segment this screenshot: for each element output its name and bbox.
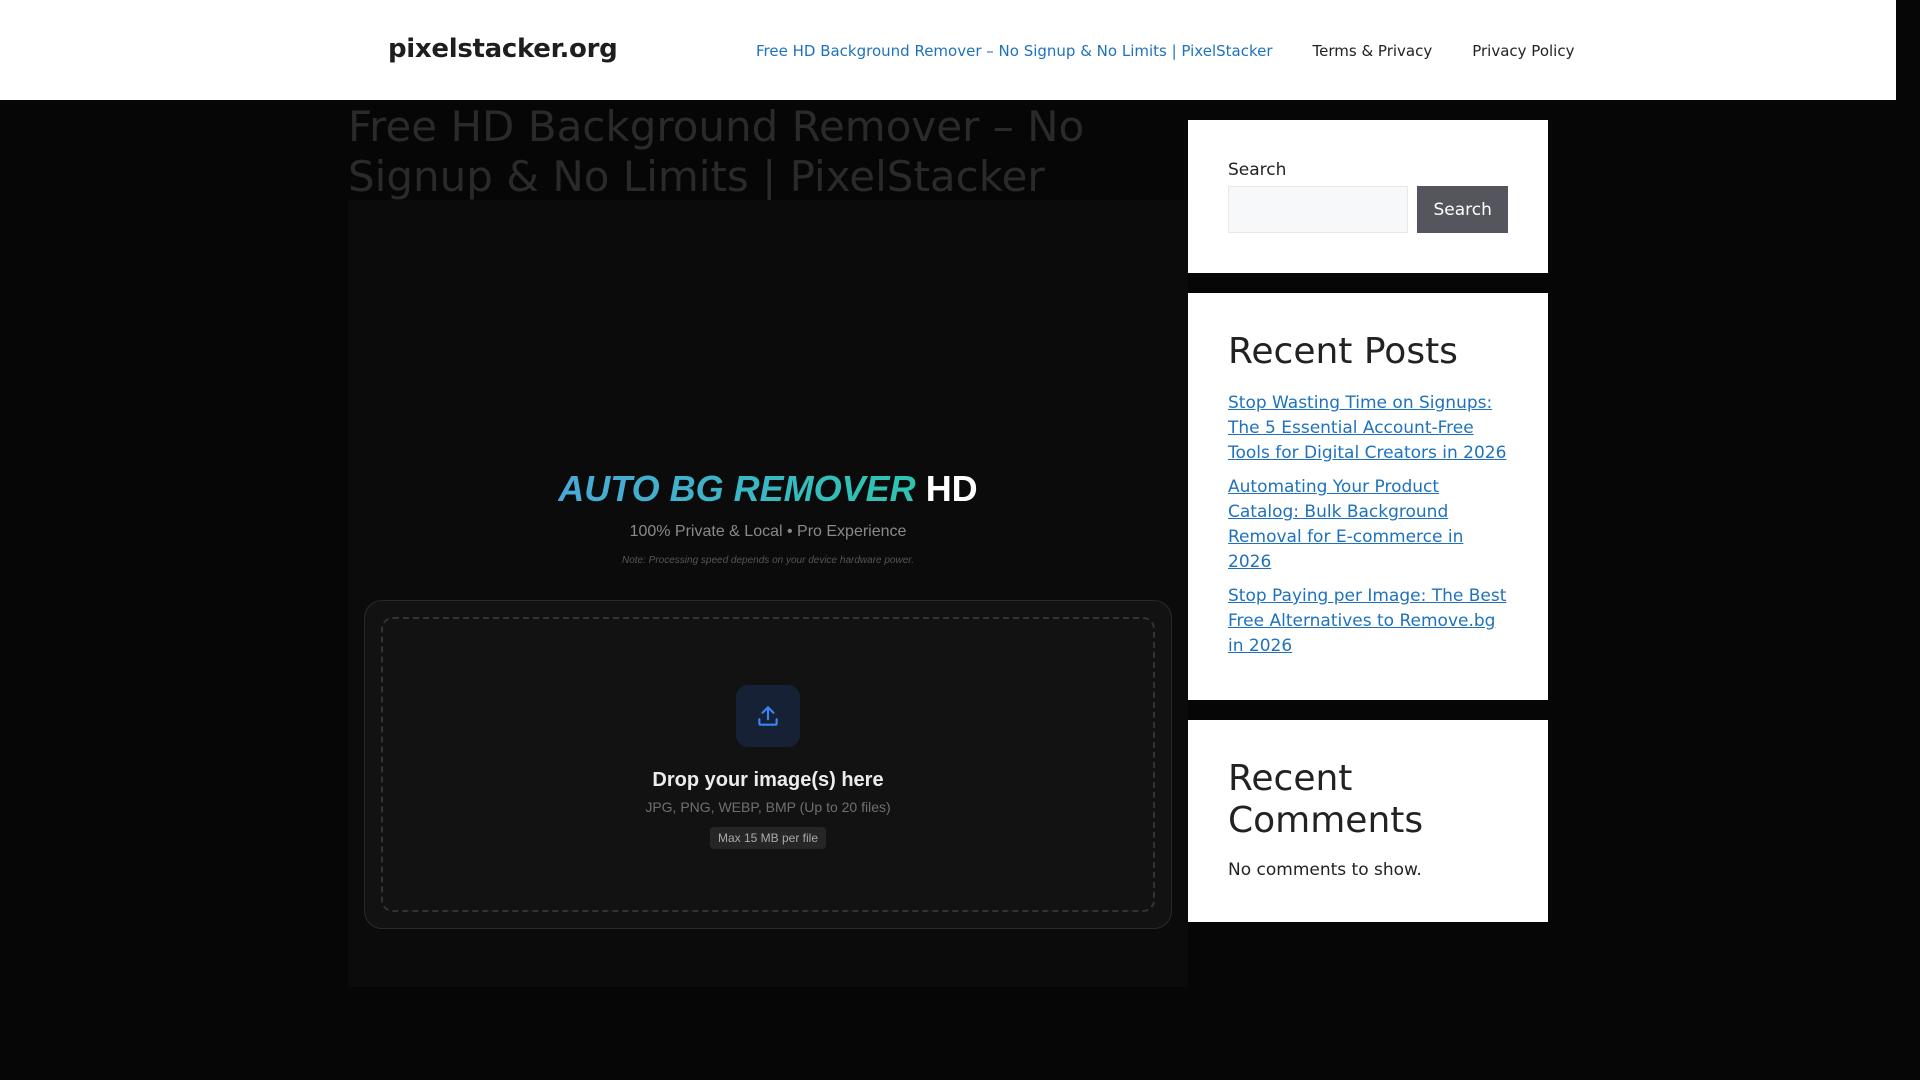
brand-main: AUTO BG REMOVER xyxy=(558,468,916,509)
search-button[interactable]: Search xyxy=(1417,186,1508,233)
recent-comments-widget: Recent Comments No comments to show. xyxy=(1188,720,1548,922)
app-brand: AUTO BG REMOVER HD xyxy=(348,468,1188,510)
drop-zone[interactable]: Drop your image(s) here JPG, PNG, WEBP, … xyxy=(381,617,1155,912)
list-item: Stop Paying per Image: The Best Free Alt… xyxy=(1228,584,1508,659)
nav-item-terms[interactable]: Terms & Privacy xyxy=(1313,42,1433,60)
app-note: Note: Processing speed depends on your d… xyxy=(621,555,915,566)
brand-suffix: HD xyxy=(925,468,978,509)
drop-file-types: JPG, PNG, WEBP, BMP (Up to 20 files) xyxy=(645,799,891,815)
app-panel: AUTO BG REMOVER HD 100% Private & Local … xyxy=(348,200,1188,987)
recent-posts-widget: Recent Posts Stop Wasting Time on Signup… xyxy=(1188,293,1548,700)
main-nav: Free HD Background Remover – No Signup &… xyxy=(756,42,1614,60)
recent-post-link[interactable]: Stop Paying per Image: The Best Free Alt… xyxy=(1228,586,1506,656)
drop-title: Drop your image(s) here xyxy=(652,769,884,791)
no-comments-text: No comments to show. xyxy=(1228,860,1422,880)
nav-item-home[interactable]: Free HD Background Remover – No Signup &… xyxy=(756,42,1273,60)
app-tagline: 100% Private & Local • Pro Experience xyxy=(629,523,907,540)
search-row: Search xyxy=(1228,186,1508,233)
recent-posts-title: Recent Posts xyxy=(1228,331,1458,372)
sidebar: Search Search Recent Posts Stop Wasting … xyxy=(1188,120,1548,942)
recent-posts-list: Stop Wasting Time on Signups: The 5 Esse… xyxy=(1228,391,1508,659)
upload-button[interactable] xyxy=(736,685,800,747)
page-title: Free HD Background Remover – No Signup &… xyxy=(348,102,1085,201)
recent-post-link[interactable]: Automating Your Product Catalog: Bulk Ba… xyxy=(1228,477,1463,572)
site-title-link[interactable]: pixelstacker.org xyxy=(388,34,618,64)
list-item: Automating Your Product Catalog: Bulk Ba… xyxy=(1228,475,1508,575)
upload-icon xyxy=(758,706,778,726)
recent-post-link[interactable]: Stop Wasting Time on Signups: The 5 Esse… xyxy=(1228,393,1506,463)
recent-comments-title: Recent Comments xyxy=(1228,758,1424,841)
list-item: Stop Wasting Time on Signups: The 5 Esse… xyxy=(1228,391,1508,466)
nav-item-privacy[interactable]: Privacy Policy xyxy=(1472,42,1574,60)
search-input[interactable] xyxy=(1228,186,1409,233)
max-size-badge: Max 15 MB per file xyxy=(709,827,827,849)
site-header: pixelstacker.org Free HD Background Remo… xyxy=(0,0,1896,100)
search-widget: Search Search xyxy=(1188,120,1548,273)
search-label: Search xyxy=(1228,160,1287,180)
upload-card: Drop your image(s) here JPG, PNG, WEBP, … xyxy=(364,600,1172,929)
